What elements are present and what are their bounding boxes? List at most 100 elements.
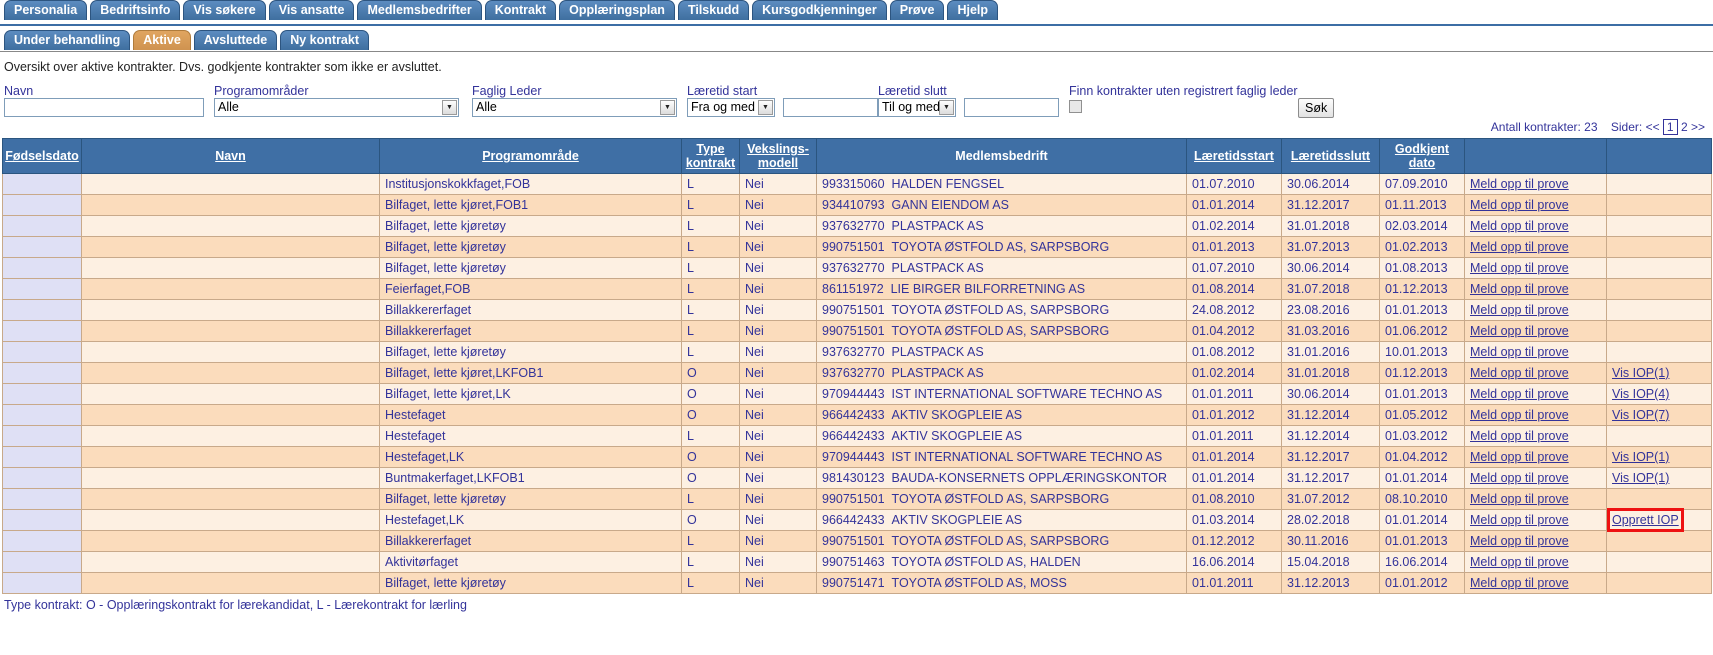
meld-opp-til-prove-link[interactable]: Meld opp til prove <box>1470 408 1569 422</box>
meld-opp-til-prove-link[interactable]: Meld opp til prove <box>1470 198 1569 212</box>
cell-godkjent-dato: 10.01.2013 <box>1379 341 1465 363</box>
nav-tab-hjelp[interactable]: Hjelp <box>947 0 999 20</box>
th-godkjent-dato[interactable]: Godkjent dato <box>1379 138 1465 174</box>
th-medlemsbedrift[interactable]: Medlemsbedrift <box>816 138 1187 174</box>
nav-tab-kursgodkjenninger[interactable]: Kursgodkjenninger <box>752 0 887 20</box>
meld-opp-til-prove-link[interactable]: Meld opp til prove <box>1470 534 1569 548</box>
meld-opp-til-prove-link[interactable]: Meld opp til prove <box>1470 324 1569 338</box>
meld-opp-til-prove-link[interactable]: Meld opp til prove <box>1470 177 1569 191</box>
nav-tab-vis-ansatte[interactable]: Vis ansatte <box>268 0 355 20</box>
nav-tab-vis-s-kere[interactable]: Vis søkere <box>183 0 266 20</box>
dropdown-laeretid-slutt-operator[interactable]: Til og med ▼ <box>878 98 956 117</box>
cell-vekslingsmodell: Nei <box>739 257 817 279</box>
nav-tab-personalia[interactable]: Personalia <box>4 0 88 20</box>
table-row: Billakkererfaget L Nei 990751501 TOYOTA ØST… <box>2 320 1712 342</box>
th-programomrade[interactable]: Programområde <box>379 138 682 174</box>
search-button[interactable]: Søk <box>1298 98 1334 118</box>
filter-faglig-leder-label: Faglig Leder <box>472 84 542 98</box>
vis-iop-link[interactable]: Vis IOP(1) <box>1612 471 1669 485</box>
org-number: 990751471 <box>822 576 885 590</box>
cell-fodselsdato <box>2 530 82 552</box>
page-prev-link[interactable]: << <box>1646 120 1660 134</box>
cell-laeretidsslutt: 31.07.2018 <box>1281 278 1380 300</box>
nav-tab-oppl-ringsplan[interactable]: Opplæringsplan <box>559 0 675 20</box>
cell-godkjent-dato: 01.12.2013 <box>1379 362 1465 384</box>
nav-tab-kontrakt[interactable]: Kontrakt <box>484 0 557 20</box>
dropdown-programomrader[interactable]: Alle ▼ <box>214 98 459 117</box>
cell-navn <box>81 551 380 573</box>
chevron-down-icon[interactable]: ▼ <box>660 100 675 115</box>
meld-opp-til-prove-link[interactable]: Meld opp til prove <box>1470 429 1569 443</box>
sub-tab-under-behandling[interactable]: Under behandling <box>4 30 131 50</box>
cell-laeretidsstart: 01.08.2010 <box>1186 488 1282 510</box>
cell-navn <box>81 173 380 195</box>
cell-laeretidsstart: 01.02.2014 <box>1186 215 1282 237</box>
meld-opp-til-prove-link[interactable]: Meld opp til prove <box>1470 513 1569 527</box>
chevron-down-icon[interactable]: ▼ <box>939 100 954 115</box>
cell-action-meld-opp: Meld opp til prove <box>1464 467 1607 489</box>
cell-action-iop <box>1606 215 1712 237</box>
cell-fodselsdato <box>2 362 82 384</box>
meld-opp-til-prove-link[interactable]: Meld opp til prove <box>1470 471 1569 485</box>
cell-laeretidsslutt: 31.12.2013 <box>1281 572 1380 594</box>
meld-opp-til-prove-link[interactable]: Meld opp til prove <box>1470 345 1569 359</box>
search-input-navn[interactable] <box>4 98 204 117</box>
nav-tab-pr-ve[interactable]: Prøve <box>889 0 945 20</box>
nav-tab-tilskudd[interactable]: Tilskudd <box>677 0 750 20</box>
table-row: Bilfaget, lette kjøretøy L Nei 990751501 TO… <box>2 488 1712 510</box>
chevron-down-icon[interactable]: ▼ <box>758 100 773 115</box>
th-navn[interactable]: Navn <box>81 138 380 174</box>
page-1-current[interactable]: 1 <box>1662 119 1678 135</box>
vis-iop-link[interactable]: Vis IOP(7) <box>1612 408 1669 422</box>
cell-type-kontrakt: L <box>681 551 740 573</box>
date-input-laeretid-slutt[interactable] <box>964 98 1060 117</box>
date-input-laeretid-start[interactable] <box>783 98 879 117</box>
nav-tab-medlemsbedrifter[interactable]: Medlemsbedrifter <box>357 0 482 20</box>
cell-vekslingsmodell: Nei <box>739 488 817 510</box>
cell-vekslingsmodell: Nei <box>739 341 817 363</box>
cell-laeretidsstart: 01.01.2014 <box>1186 446 1282 468</box>
meld-opp-til-prove-link[interactable]: Meld opp til prove <box>1470 555 1569 569</box>
meld-opp-til-prove-link[interactable]: Meld opp til prove <box>1470 387 1569 401</box>
vis-iop-link[interactable]: Vis IOP(1) <box>1612 450 1669 464</box>
sub-tab-aktive[interactable]: Aktive <box>133 30 191 50</box>
sub-tab-avsluttede[interactable]: Avsluttede <box>193 30 278 50</box>
chevron-down-icon[interactable]: ▼ <box>442 100 457 115</box>
org-number: 990751501 <box>822 303 885 317</box>
page-2-link[interactable]: 2 <box>1681 120 1688 134</box>
vis-iop-link[interactable]: Vis IOP(1) <box>1612 366 1669 380</box>
nav-tab-bedriftsinfo[interactable]: Bedriftsinfo <box>90 0 181 20</box>
meld-opp-til-prove-link[interactable]: Meld opp til prove <box>1470 576 1569 590</box>
cell-action-iop: Vis IOP(4) <box>1606 383 1712 405</box>
meld-opp-til-prove-link[interactable]: Meld opp til prove <box>1470 303 1569 317</box>
opprett-iop-link[interactable]: Opprett IOP <box>1607 508 1684 532</box>
cell-godkjent-dato: 01.01.2013 <box>1379 383 1465 405</box>
th-vekslingsmodell[interactable]: Vekslings- modell <box>739 138 817 174</box>
sub-tab-ny-kontrakt[interactable]: Ny kontrakt <box>280 30 370 50</box>
th-fodselsdato[interactable]: Fødselsdato <box>2 138 82 174</box>
checkbox-uten-faglig-leder[interactable] <box>1069 100 1082 114</box>
cell-action-iop: Vis IOP(1) <box>1606 446 1712 468</box>
meld-opp-til-prove-link[interactable]: Meld opp til prove <box>1470 366 1569 380</box>
th-laeretidsslutt[interactable]: Læretidsslutt <box>1281 138 1380 174</box>
meld-opp-til-prove-link[interactable]: Meld opp til prove <box>1470 219 1569 233</box>
meld-opp-til-prove-link[interactable]: Meld opp til prove <box>1470 282 1569 296</box>
org-number: 990751501 <box>822 492 885 506</box>
cell-type-kontrakt: L <box>681 530 740 552</box>
dropdown-faglig-leder[interactable]: Alle ▼ <box>472 98 677 117</box>
cell-programomrade: Billakkererfaget <box>379 299 682 321</box>
cell-navn <box>81 194 380 216</box>
cell-action-meld-opp: Meld opp til prove <box>1464 551 1607 573</box>
dropdown-laeretid-start-operator[interactable]: Fra og med ▼ <box>687 98 775 117</box>
table-row: Bilfaget, lette kjøret,LKFOB1 O Nei 9376327… <box>2 362 1712 384</box>
meld-opp-til-prove-link[interactable]: Meld opp til prove <box>1470 492 1569 506</box>
th-type-kontrakt[interactable]: Type kontrakt <box>681 138 740 174</box>
vis-iop-link[interactable]: Vis IOP(4) <box>1612 387 1669 401</box>
th-laeretidsslutt-label: Læretidsslutt <box>1290 149 1371 163</box>
page-next-link[interactable]: >> <box>1691 120 1705 134</box>
cell-type-kontrakt: L <box>681 215 740 237</box>
meld-opp-til-prove-link[interactable]: Meld opp til prove <box>1470 261 1569 275</box>
th-laeretidsstart[interactable]: Læretidsstart <box>1186 138 1282 174</box>
meld-opp-til-prove-link[interactable]: Meld opp til prove <box>1470 450 1569 464</box>
meld-opp-til-prove-link[interactable]: Meld opp til prove <box>1470 240 1569 254</box>
